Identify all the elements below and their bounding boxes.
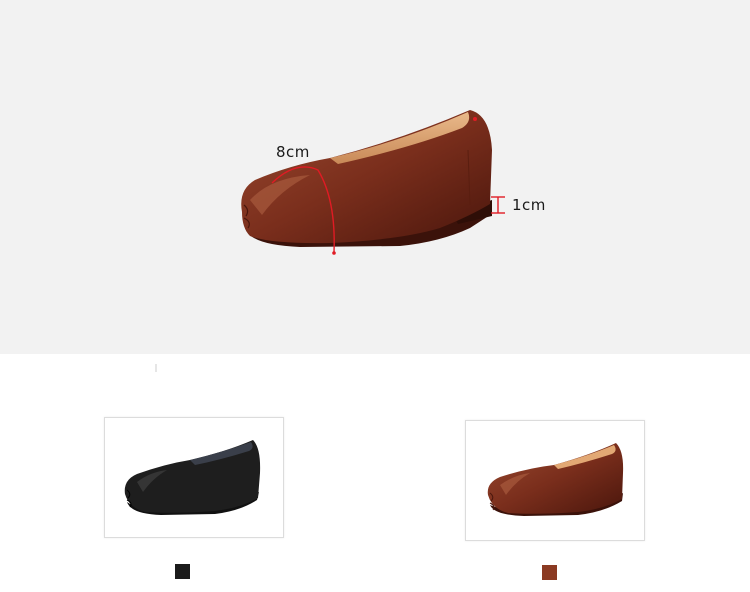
width-dimension-label: 8cm <box>276 143 310 161</box>
heel-height-label: 1cm <box>512 196 546 214</box>
color-swatch-brown[interactable] <box>542 565 557 580</box>
heel-height-marker <box>491 196 505 214</box>
brown-shoe-image <box>487 443 624 516</box>
black-shoe-image <box>124 440 261 515</box>
color-option-black-thumbnail[interactable] <box>104 417 284 538</box>
color-option-brown-thumbnail[interactable] <box>465 420 645 541</box>
product-hero-image: 8cm 1cm <box>0 0 750 354</box>
color-swatch-black[interactable] <box>175 564 190 579</box>
hero-shoe-graphic <box>241 110 505 255</box>
divider-mark <box>155 364 157 372</box>
